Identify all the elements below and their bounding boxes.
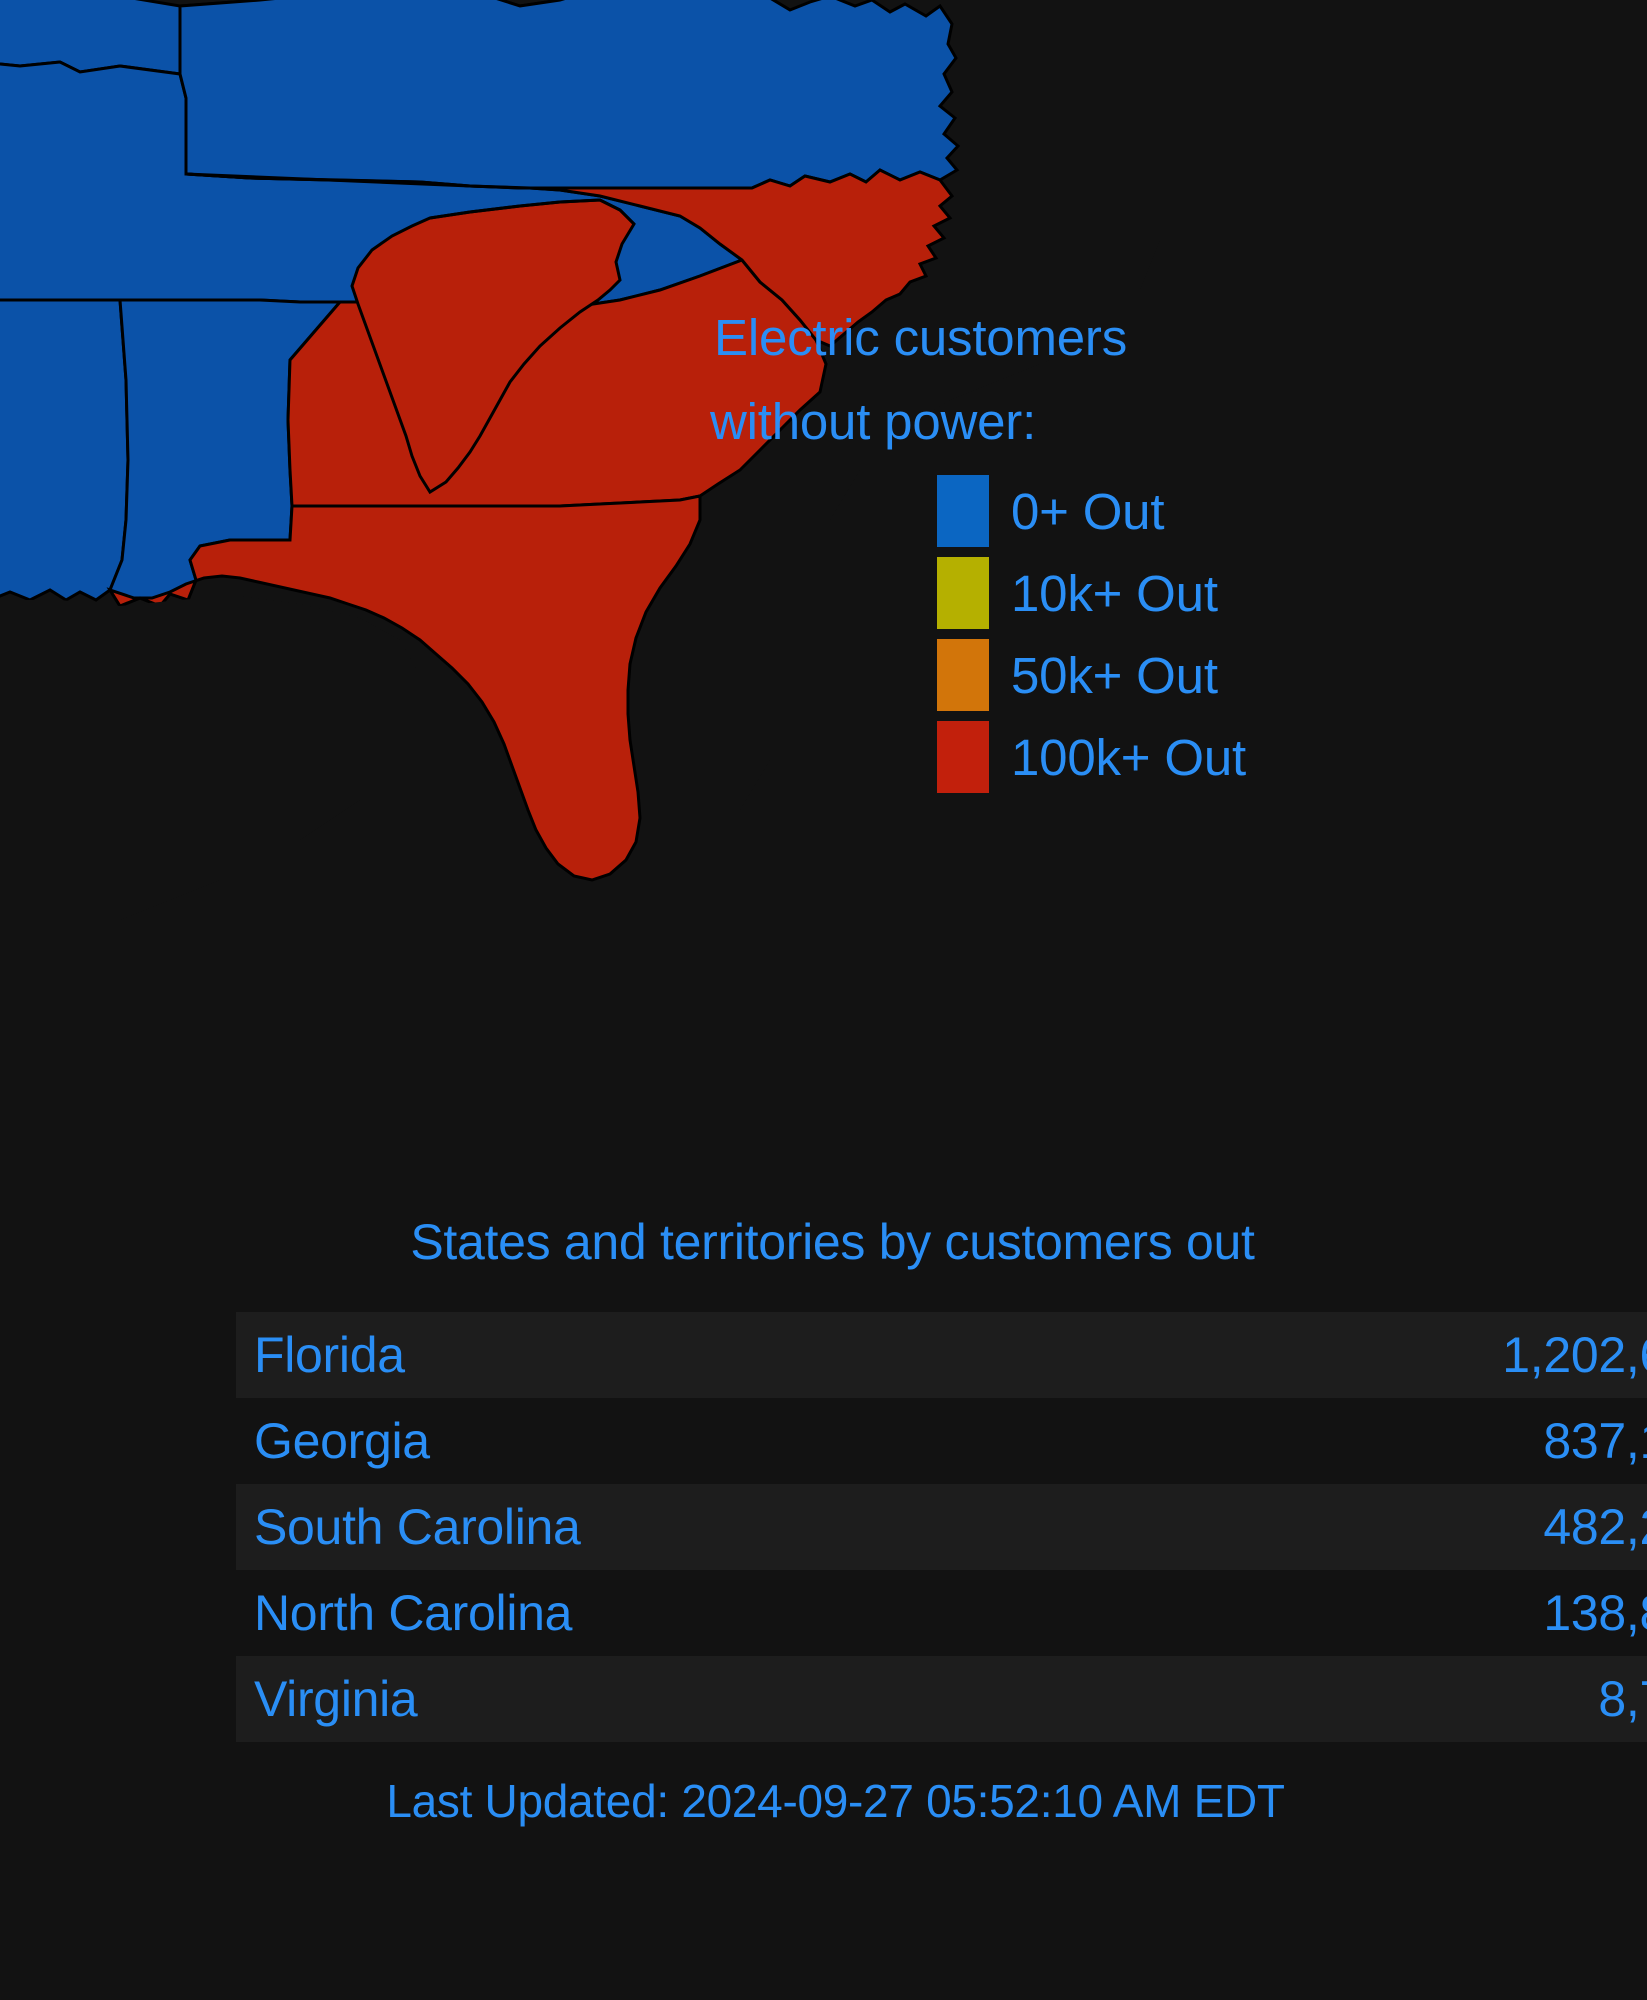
table-cell-state: Georgia	[254, 1413, 430, 1469]
legend-items: 0+ Out 10k+ Out 50k+ Out 100k+ Out	[700, 470, 1260, 798]
legend-item-10k[interactable]: 10k+ Out	[700, 552, 1260, 634]
legend-swatch-0plus-icon	[937, 475, 989, 547]
table-cell-state: Virginia	[254, 1671, 418, 1727]
table-row[interactable]: Florida 1,202,661	[236, 1312, 1647, 1398]
state-mississippi[interactable]	[0, 298, 130, 602]
table-cell-count: 138,877	[1543, 1585, 1647, 1641]
state-virginia[interactable]	[178, 0, 961, 190]
map-region[interactable]: Electric customers without power: 0+ Out…	[0, 0, 1647, 1160]
table-row[interactable]: Virginia 8,723	[236, 1656, 1647, 1742]
legend-label-10k: 10k+ Out	[1011, 564, 1218, 622]
legend-item-100k[interactable]: 100k+ Out	[700, 716, 1260, 798]
table-cell-count: 1,202,661	[1502, 1327, 1647, 1383]
legend-item-50k[interactable]: 50k+ Out	[700, 634, 1260, 716]
map-legend: Electric customers without power: 0+ Out…	[700, 296, 1260, 798]
table-row[interactable]: Georgia 837,189	[236, 1398, 1647, 1484]
legend-title-line-1: Electric customers	[714, 309, 1127, 366]
legend-label-0plus: 0+ Out	[1011, 482, 1165, 540]
outage-table-panel: States and territories by customers out …	[0, 1160, 1647, 1824]
outage-table[interactable]: Florida 1,202,661 Georgia 837,189 South …	[236, 1312, 1647, 1742]
legend-label-100k: 100k+ Out	[1011, 728, 1246, 786]
table-title: States and territories by customers out	[410, 1214, 1255, 1270]
legend-label-50k: 50k+ Out	[1011, 646, 1218, 704]
last-updated-timestamp: Last Updated: 2024-09-27 05:52:10 AM EDT	[386, 1775, 1285, 1827]
legend-title-line-2: without power:	[710, 393, 1037, 450]
legend-swatch-100k-icon	[937, 721, 989, 793]
table-row[interactable]: South Carolina 482,258	[236, 1484, 1647, 1570]
table-cell-count: 837,189	[1543, 1413, 1647, 1469]
table-cell-state: South Carolina	[254, 1499, 581, 1555]
legend-swatch-50k-icon	[937, 639, 989, 711]
table-cell-state: Florida	[254, 1327, 405, 1383]
legend-swatch-10k-icon	[937, 557, 989, 629]
table-cell-state: North Carolina	[254, 1585, 573, 1641]
table-cell-count: 482,258	[1543, 1499, 1647, 1555]
table-cell-count: 8,723	[1598, 1671, 1647, 1727]
legend-item-0plus[interactable]: 0+ Out	[700, 470, 1260, 552]
table-row[interactable]: North Carolina 138,877	[236, 1570, 1647, 1656]
outage-map-page: Electric customers without power: 0+ Out…	[0, 0, 1647, 2000]
